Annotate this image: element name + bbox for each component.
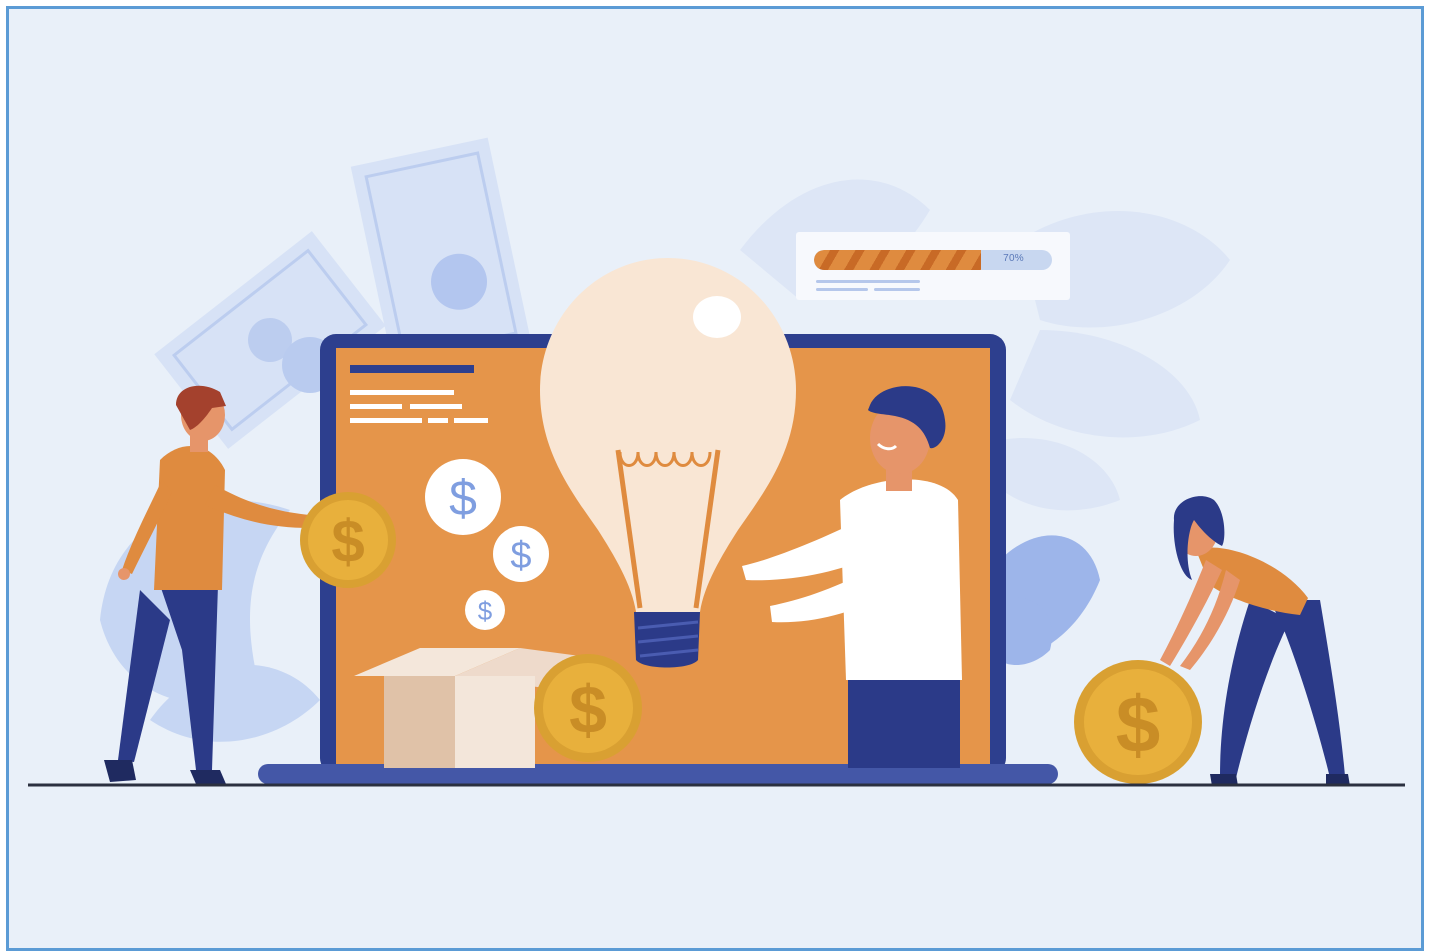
svg-text:$: $ bbox=[478, 596, 493, 626]
svg-text:$: $ bbox=[510, 535, 531, 577]
progress-widget: 70% bbox=[796, 232, 1070, 300]
investment-idea-illustration: $ $ $ $ $ $ bbox=[28, 137, 1405, 787]
dollar-bubble-large: $ bbox=[425, 459, 501, 535]
dollar-bubble-medium: $ bbox=[493, 526, 549, 582]
coin-box: $ bbox=[534, 654, 642, 762]
progress-track: 70% bbox=[814, 250, 1052, 270]
svg-text:$: $ bbox=[331, 508, 364, 575]
svg-text:$: $ bbox=[449, 470, 477, 526]
svg-text:$: $ bbox=[569, 672, 607, 748]
svg-text:$: $ bbox=[1116, 680, 1161, 769]
progress-fill bbox=[814, 250, 981, 270]
coin-rolling: $ bbox=[1074, 660, 1202, 784]
coin-held: $ bbox=[300, 492, 396, 588]
progress-caption-line bbox=[816, 288, 868, 291]
progress-caption-line bbox=[874, 288, 920, 291]
progress-label: 70% bbox=[1003, 253, 1024, 264]
background-leaf-blue bbox=[990, 535, 1100, 665]
dollar-bubble-small: $ bbox=[465, 590, 505, 630]
progress-caption-line bbox=[816, 280, 920, 283]
